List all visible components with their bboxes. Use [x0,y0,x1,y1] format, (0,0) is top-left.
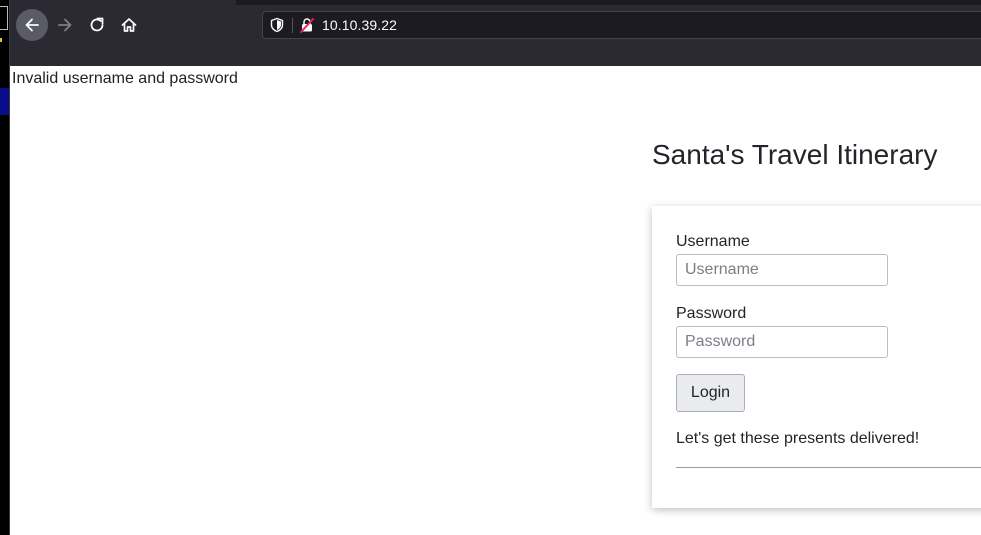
forward-button[interactable] [49,9,81,41]
reload-button[interactable] [81,9,113,41]
password-label: Password [676,305,747,322]
urlbar-separator [292,18,293,33]
password-input[interactable] [676,326,888,358]
terminal-selection [0,88,9,115]
arrow-right-icon [58,18,72,32]
login-card: Username Password Login Let's get these … [652,206,981,508]
back-button[interactable] [16,9,48,41]
arrow-left-icon [25,18,39,32]
browser-toolbar: 10.10.39.22 [10,0,981,66]
card-divider [676,467,981,468]
login-button[interactable]: Login [676,374,745,412]
terminal-cursor-mark [0,38,2,42]
error-message: Invalid username and password [12,70,238,87]
insecure-lock-icon[interactable] [299,17,315,33]
home-icon [121,18,137,32]
terminal-window-edge [0,0,10,535]
terminal-frame [0,6,8,30]
shield-icon[interactable] [269,17,285,33]
home-button[interactable] [113,9,145,41]
tab-strip [236,0,981,5]
reload-icon [90,17,104,32]
tagline-text: Let's get these presents delivered! [676,430,920,447]
page-title: Santa's Travel Itinerary [652,139,938,170]
address-bar[interactable]: 10.10.39.22 [262,11,981,39]
username-label: Username [676,233,750,250]
url-text[interactable]: 10.10.39.22 [322,17,397,33]
username-input[interactable] [676,254,888,286]
